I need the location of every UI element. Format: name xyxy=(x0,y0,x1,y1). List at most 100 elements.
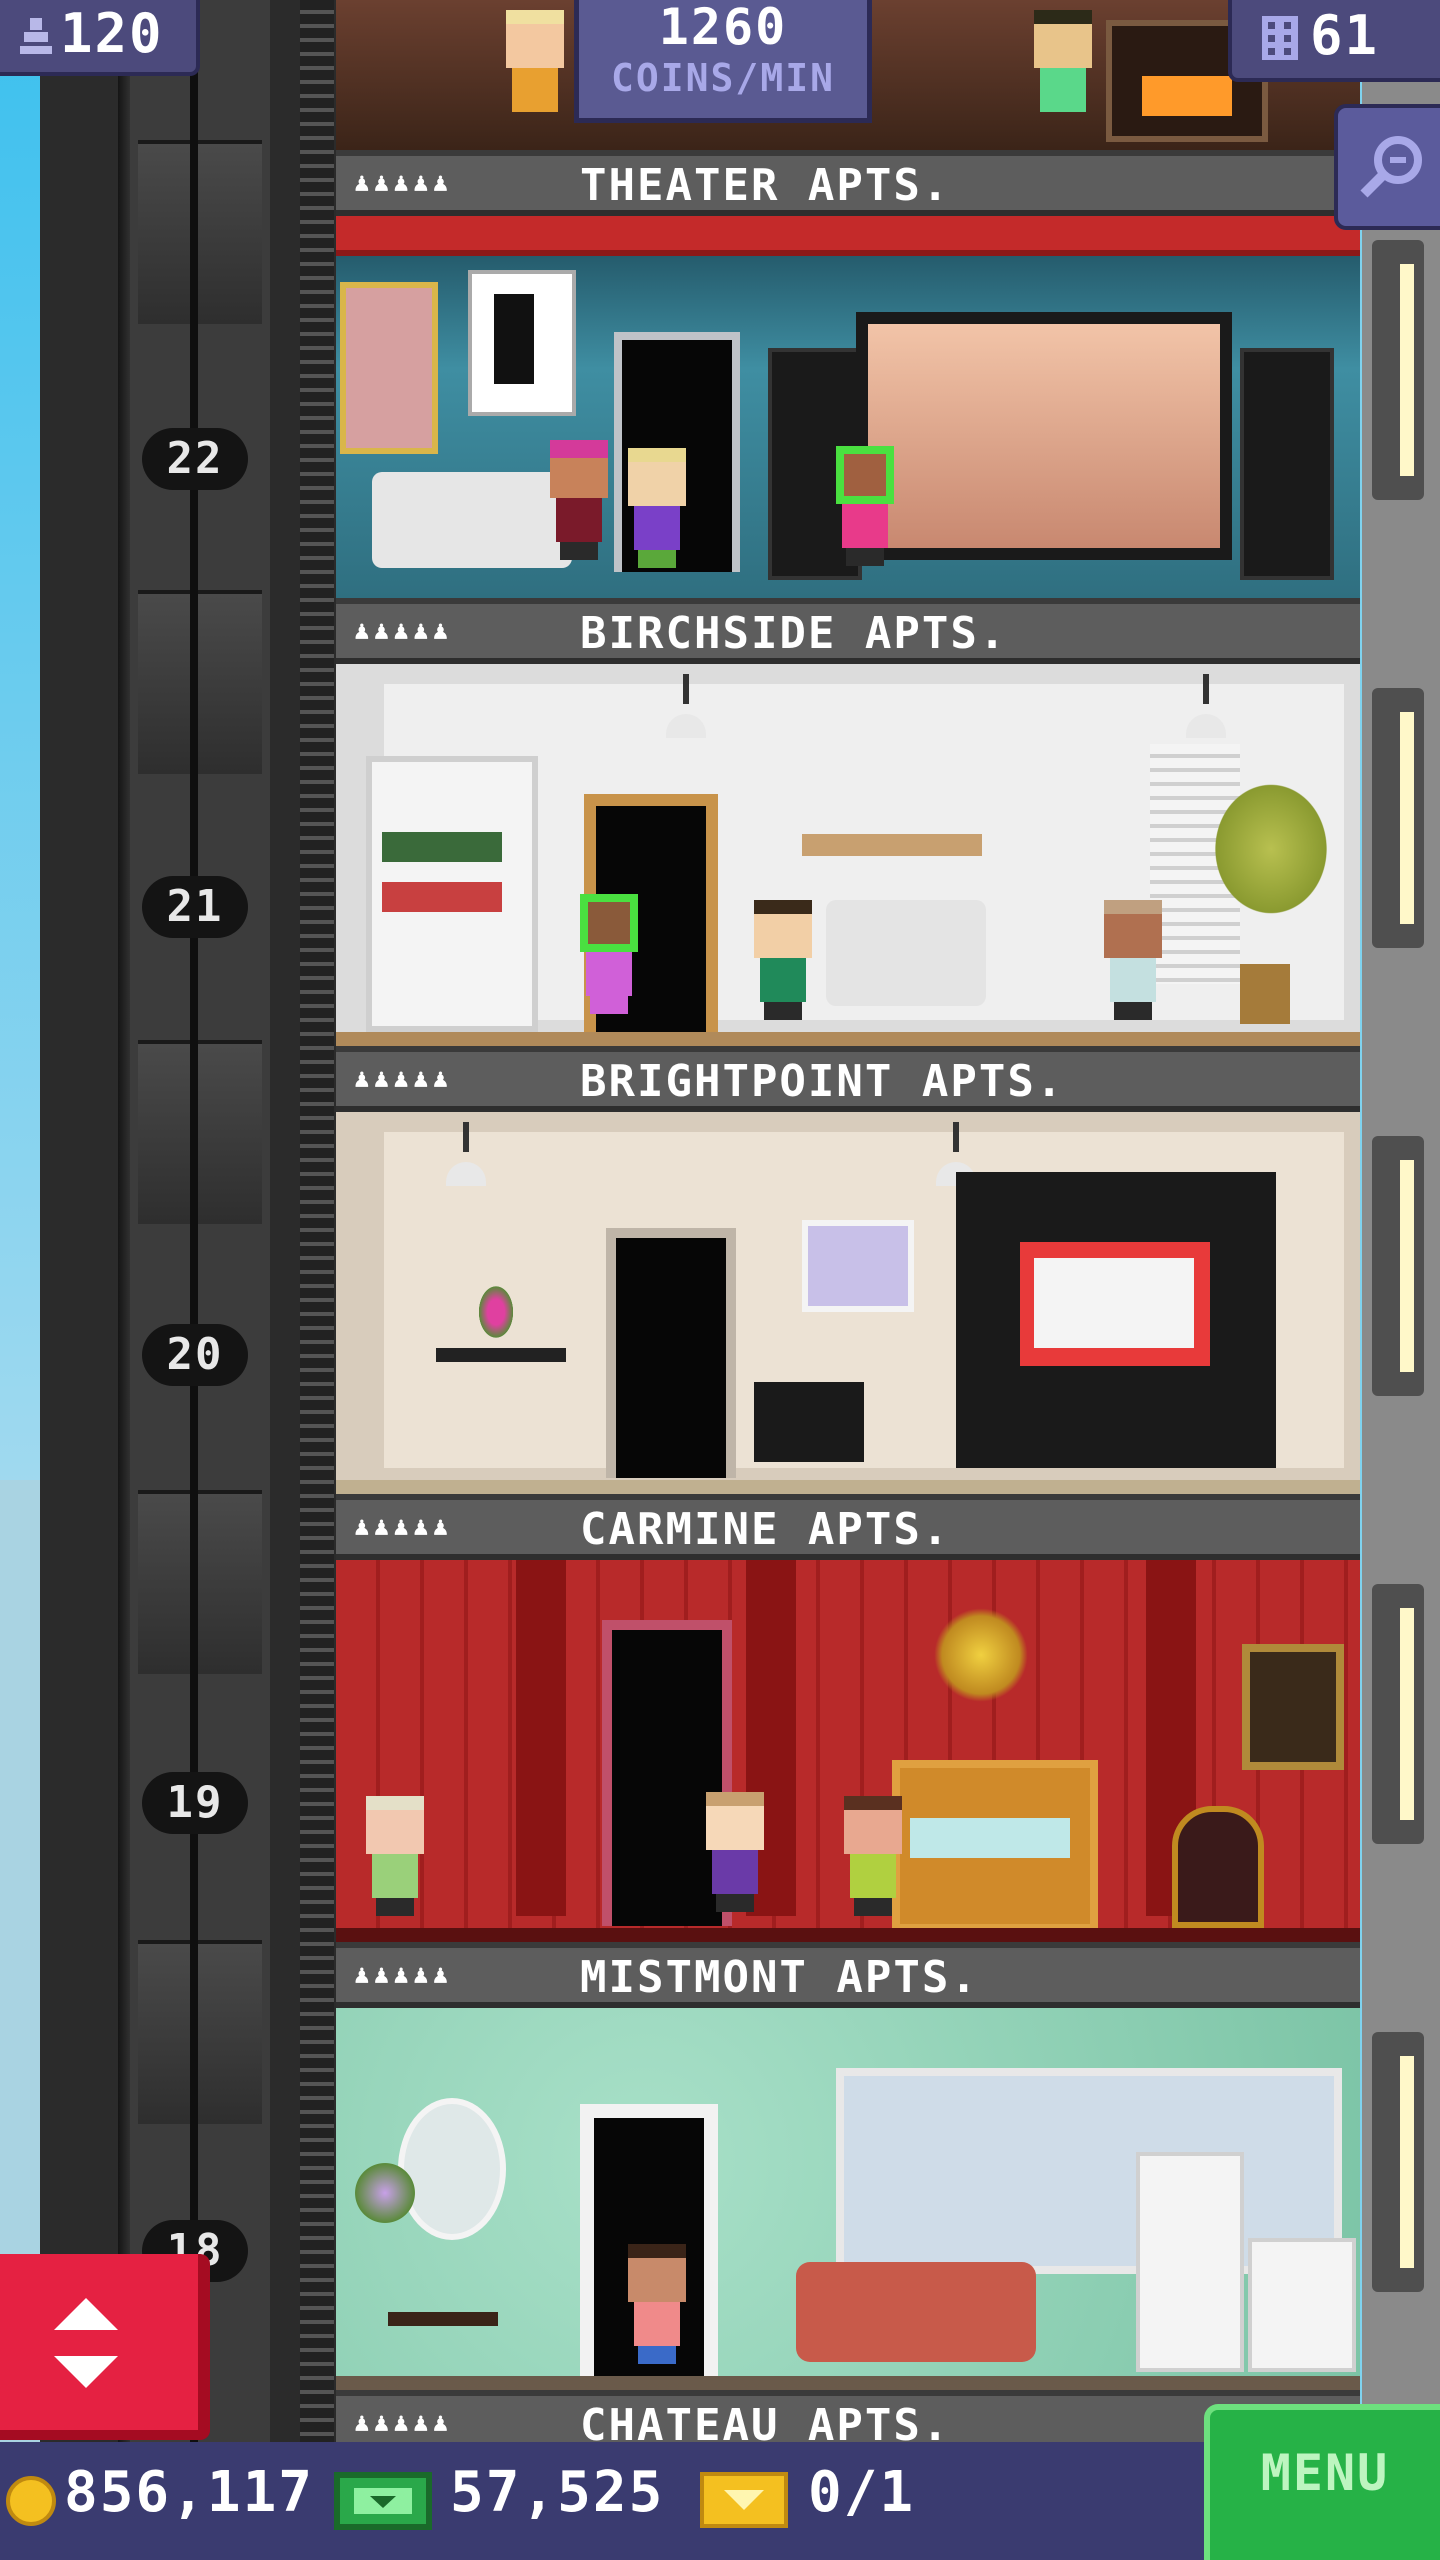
floor-banner: ♟♟♟♟♟ THEATER APTS. xyxy=(336,150,1360,216)
floor-name: BIRCHSIDE APTS. xyxy=(580,608,1008,659)
resident[interactable] xyxy=(550,440,608,560)
floor-banner: ♟♟♟♟♟ BIRCHSIDE APTS. xyxy=(336,598,1360,664)
wall-picture xyxy=(802,1220,914,1312)
elevator-button[interactable] xyxy=(0,2254,210,2440)
room-interior xyxy=(336,2008,1360,2390)
bux-value: 57,525 xyxy=(450,2460,665,2525)
floor-banner: ♟♟♟♟♟ MISTMONT APTS. xyxy=(336,1942,1360,2008)
bistro-table xyxy=(436,1348,566,1362)
sofa xyxy=(372,472,572,568)
speaker-right xyxy=(1240,348,1334,580)
resident[interactable] xyxy=(1034,10,1092,130)
side-window xyxy=(1372,2032,1424,2292)
tenant-icons: ♟♟♟♟♟ xyxy=(354,1512,453,1542)
resident[interactable] xyxy=(1104,900,1162,1020)
side-window xyxy=(1372,240,1424,500)
person-icon xyxy=(20,16,52,56)
shaft-segment xyxy=(138,590,262,774)
population-value: 120 xyxy=(60,2,164,65)
ceiling-lamp xyxy=(666,674,706,744)
floor-banner: ♟♟♟♟♟ BRIGHTPOINT APTS. xyxy=(336,1046,1360,1112)
door xyxy=(606,1228,736,1478)
poster xyxy=(468,270,576,416)
floor-carmine[interactable]: ♟♟♟♟♟ CARMINE APTS. xyxy=(336,1494,1360,1942)
shaft-segment xyxy=(138,140,262,324)
floor-name: BRIGHTPOINT APTS. xyxy=(580,1056,1065,1107)
floor-name: CARMINE APTS. xyxy=(580,1504,951,1555)
floor-count-value: 61 xyxy=(1310,4,1380,67)
coins-per-minute-unit: COINS/MIN xyxy=(611,56,835,100)
floor-number-20: 20 xyxy=(142,1324,248,1386)
vip-ticket-icon xyxy=(700,2472,788,2528)
armchair xyxy=(1172,1806,1264,1928)
stove xyxy=(1248,2238,1356,2372)
side-table xyxy=(388,2312,498,2326)
floor-number-21: 21 xyxy=(142,876,248,938)
ceiling-lamp xyxy=(446,1122,486,1192)
chandelier xyxy=(926,1600,1036,1710)
tenant-icons: ♟♟♟♟♟ xyxy=(354,616,453,646)
sofa xyxy=(796,2262,1036,2362)
shaft-segment xyxy=(138,1490,262,1674)
floor-brightpoint[interactable]: ♟♟♟♟♟ BRIGHTPOINT APTS. xyxy=(336,1046,1360,1494)
poster xyxy=(340,282,438,454)
ceiling-lamp xyxy=(1186,674,1226,744)
coin-icon xyxy=(6,2476,56,2526)
bed xyxy=(892,1760,1098,1932)
tower-bux-icon xyxy=(334,2472,432,2530)
fridge xyxy=(1136,2152,1244,2372)
curtain xyxy=(516,1560,566,1916)
resident[interactable] xyxy=(628,448,686,568)
resident[interactable] xyxy=(506,10,564,130)
wall-shelf xyxy=(802,834,982,856)
elevator-track xyxy=(130,0,270,2450)
floor-count[interactable]: 61 xyxy=(1228,0,1440,82)
tickets-value: 0/1 xyxy=(808,2460,916,2525)
shaft-segment xyxy=(138,1040,262,1224)
coins-per-minute-value: 1260 xyxy=(658,0,788,56)
elevator-updown-icon xyxy=(54,2298,118,2392)
side-window xyxy=(1372,1584,1424,1844)
magnifier-icon xyxy=(1358,130,1428,204)
tv-screen xyxy=(856,312,1232,560)
tenant-icons: ♟♟♟♟♟ xyxy=(354,168,453,198)
floor-mistmont[interactable]: ♟♟♟♟♟ MISTMONT APTS. xyxy=(336,1942,1360,2390)
resident[interactable] xyxy=(706,1792,764,1912)
floor-name: MISTMONT APTS. xyxy=(580,1952,979,2003)
population-counter[interactable]: 120 xyxy=(0,0,200,76)
side-window xyxy=(1372,1136,1424,1396)
entertainment-center xyxy=(956,1172,1276,1468)
shaft-segment xyxy=(138,1940,262,2124)
resident[interactable] xyxy=(580,894,638,1014)
elevator-cable xyxy=(190,0,198,2450)
resident[interactable] xyxy=(366,1796,424,1916)
tenant-icons: ♟♟♟♟♟ xyxy=(354,1064,453,1094)
room-interior xyxy=(336,1560,1360,1942)
potted-plant xyxy=(1206,774,1336,924)
stereo xyxy=(754,1382,864,1462)
coins-per-minute-display: 1260 COINS/MIN xyxy=(574,0,872,123)
zoom-button[interactable] xyxy=(1334,104,1440,230)
sofa xyxy=(826,900,986,1006)
floor-birchside[interactable]: ♟♟♟♟♟ BIRCHSIDE APTS. xyxy=(336,598,1360,1046)
side-window xyxy=(1372,688,1424,948)
shaft-rail-right xyxy=(300,0,334,2450)
floor-number-22: 22 xyxy=(142,428,248,490)
room-interior xyxy=(336,1112,1360,1494)
flower-vase xyxy=(476,1282,516,1342)
plant-pot xyxy=(1240,964,1290,1024)
menu-button[interactable]: MENU xyxy=(1204,2404,1440,2560)
coins-value: 856,117 xyxy=(64,2460,315,2525)
resident[interactable] xyxy=(836,446,894,566)
floor-number-19: 19 xyxy=(142,1772,248,1834)
room-interior xyxy=(336,216,1360,598)
framed-art xyxy=(1242,1644,1344,1770)
tenant-icons: ♟♟♟♟♟ xyxy=(354,2408,453,2438)
floor-name: THEATER APTS. xyxy=(580,160,951,211)
resident[interactable] xyxy=(754,900,812,1020)
floor-theater[interactable]: ♟♟♟♟♟ THEATER APTS. xyxy=(336,150,1360,598)
resident[interactable] xyxy=(844,1796,902,1916)
building-icon xyxy=(1262,16,1298,60)
tenant-icons: ♟♟♟♟♟ xyxy=(354,1960,453,1990)
resident[interactable] xyxy=(628,2244,686,2364)
